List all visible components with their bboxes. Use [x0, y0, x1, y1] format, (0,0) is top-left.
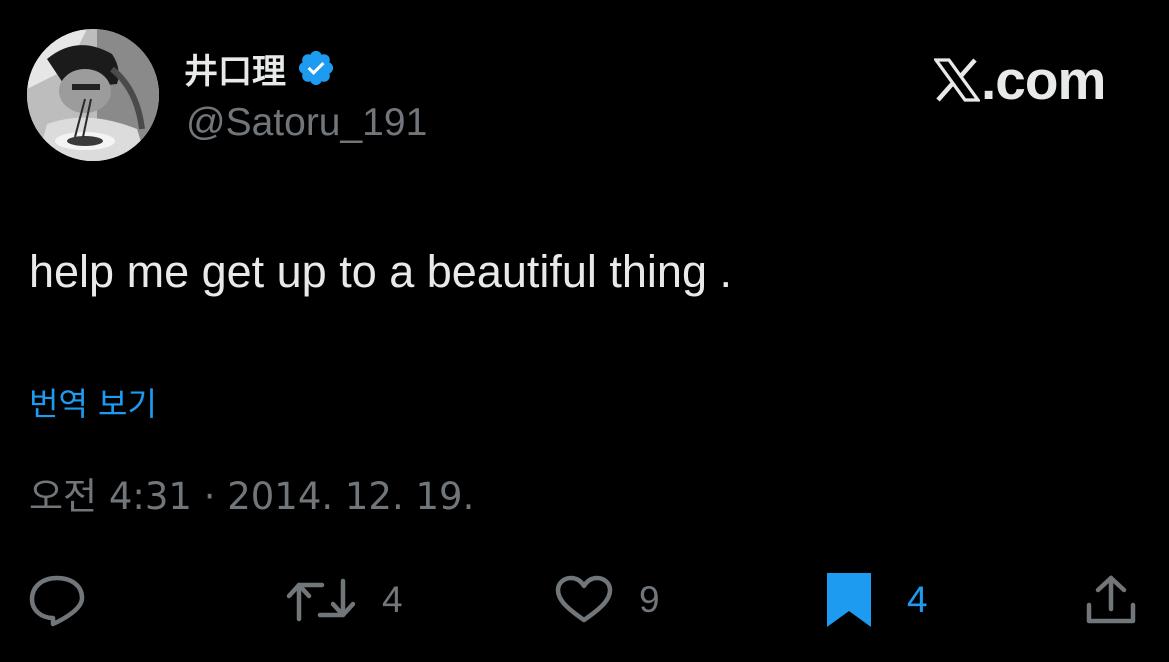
- display-name[interactable]: 井口理: [184, 44, 286, 93]
- retweet-button[interactable]: 4: [286, 570, 403, 630]
- tweet-text: help me get up to a beautiful thing .: [29, 246, 732, 297]
- verified-badge-icon: [298, 50, 334, 86]
- retweet-icon: [286, 578, 356, 622]
- translate-link[interactable]: 번역 보기: [29, 382, 157, 426]
- avatar-photo: [27, 29, 159, 161]
- reply-button[interactable]: [28, 570, 86, 630]
- bookmark-button[interactable]: 4: [825, 570, 928, 630]
- bookmark-count: 4: [907, 579, 928, 620]
- author-handle[interactable]: @Satoru_191: [186, 100, 427, 146]
- author-name-row[interactable]: 井口理: [184, 44, 336, 93]
- tweet-timestamp[interactable]: 오전 4:31 · 2014. 12. 19.: [29, 474, 474, 520]
- share-icon: [1086, 575, 1136, 624]
- brand-text: .com: [981, 49, 1106, 111]
- retweet-count: 4: [382, 579, 403, 620]
- like-button[interactable]: 9: [555, 570, 660, 630]
- reply-icon: [29, 575, 85, 627]
- avatar[interactable]: [27, 29, 159, 161]
- bookmark-filled-icon: [827, 573, 871, 627]
- share-button[interactable]: [1084, 570, 1138, 630]
- x-logo-icon: [934, 58, 980, 102]
- heart-icon: [555, 575, 613, 623]
- x-com-brand: .com: [934, 49, 1106, 111]
- like-count: 9: [639, 579, 660, 620]
